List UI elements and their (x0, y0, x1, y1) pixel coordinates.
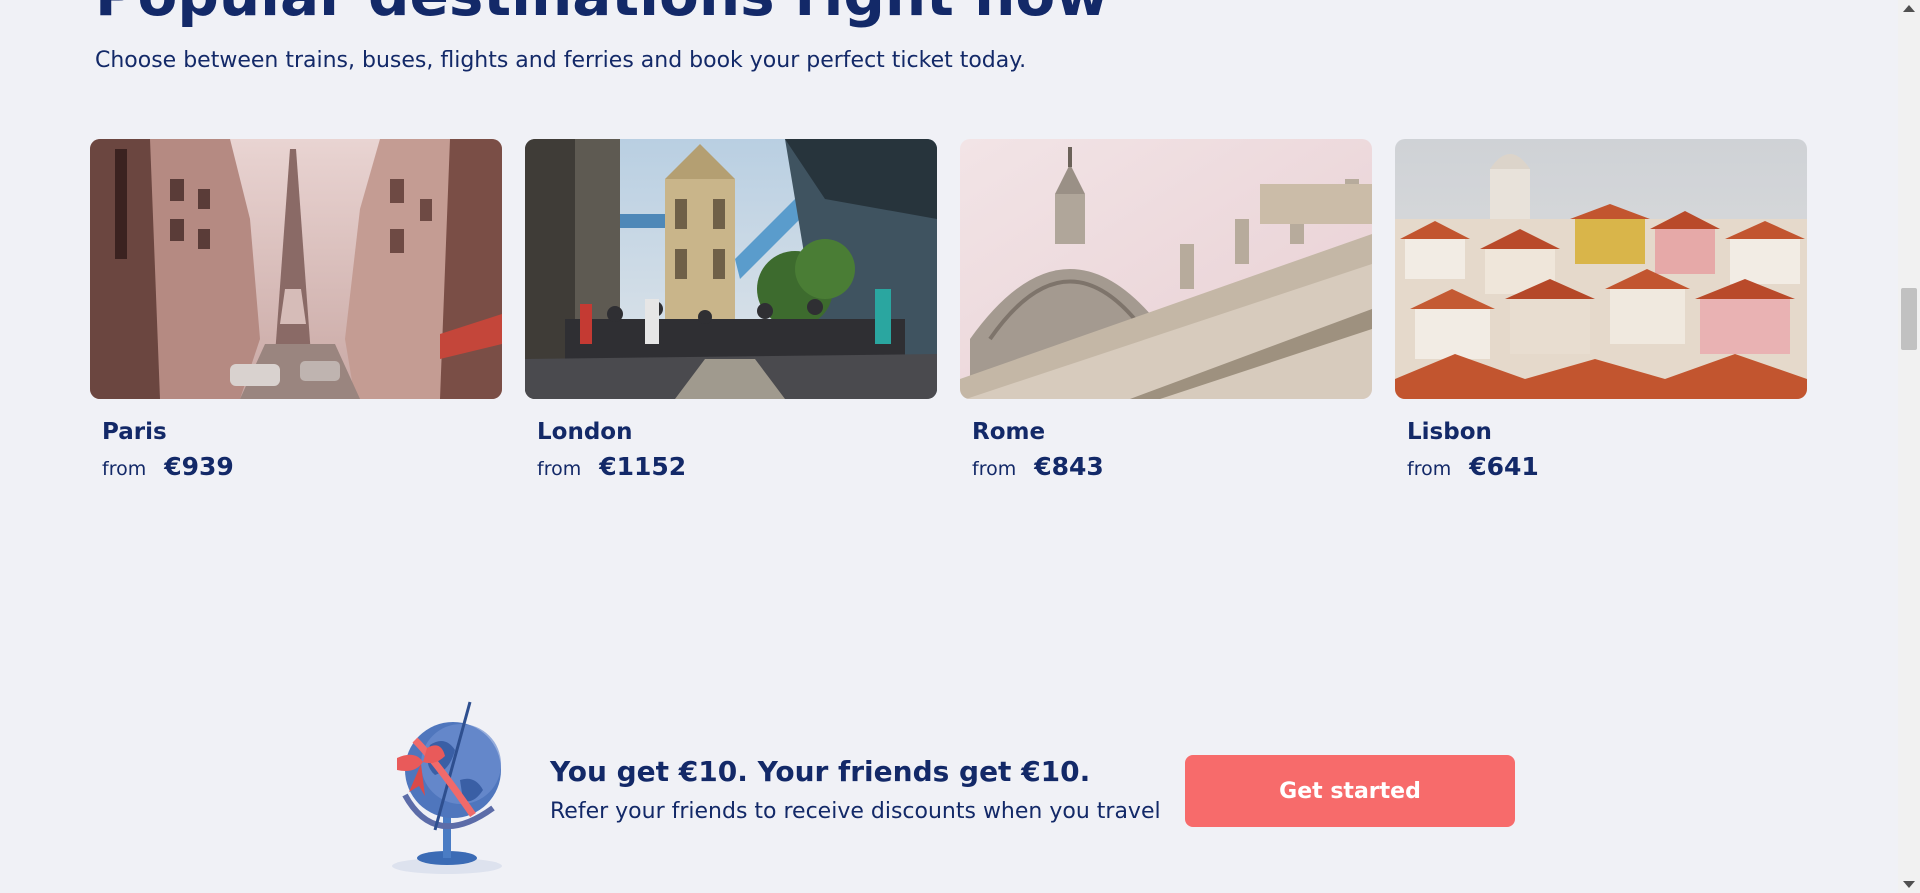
card-from-label: from (537, 458, 582, 480)
london-tower-bridge-icon (525, 139, 937, 399)
card-city: Lisbon (1407, 419, 1492, 445)
vertical-scrollbar[interactable] (1898, 0, 1920, 893)
card-price-row: from €641 (1407, 452, 1539, 486)
card-price: €843 (1034, 452, 1104, 481)
card-price-row: from €843 (972, 452, 1104, 486)
paris-image[interactable] (90, 139, 502, 399)
scroll-up-arrow-icon[interactable] (1903, 5, 1915, 12)
card-price: €939 (164, 452, 234, 481)
card-city: Paris (102, 419, 167, 445)
get-started-button[interactable]: Get started (1185, 755, 1515, 827)
section-title: Popular destinations right now (95, 0, 1109, 24)
destination-card-paris[interactable]: Paris from €939 (90, 139, 502, 489)
london-image[interactable] (525, 139, 937, 399)
card-price: €641 (1469, 452, 1539, 481)
lisbon-image[interactable] (1395, 139, 1807, 399)
destination-card-london[interactable]: London from €1152 (525, 139, 937, 489)
referral-title: You get €10. Your friends get €10. (550, 755, 1091, 788)
section-subtitle: Choose between trains, buses, flights an… (95, 48, 1027, 73)
card-from-label: from (102, 458, 147, 480)
lisbon-rooftops-icon (1395, 139, 1807, 399)
rome-st-peters-dome-icon (960, 139, 1372, 399)
destination-card-lisbon[interactable]: Lisbon from €641 (1395, 139, 1807, 489)
rome-image[interactable] (960, 139, 1372, 399)
card-from-label: from (1407, 458, 1452, 480)
scroll-down-arrow-icon[interactable] (1903, 881, 1915, 888)
card-from-label: from (972, 458, 1017, 480)
card-city: London (537, 419, 633, 445)
destination-card-rome[interactable]: Rome from €843 (960, 139, 1372, 489)
destination-cards: Paris from €939 London from €1152 Rome f… (90, 139, 1807, 489)
card-city: Rome (972, 419, 1046, 445)
card-price-row: from €1152 (537, 452, 686, 486)
globe-with-ribbon-icon (392, 701, 502, 874)
card-price: €1152 (599, 452, 687, 481)
referral-banner: You get €10. Your friends get €10. Refer… (375, 700, 1525, 880)
referral-text: Refer your friends to receive discounts … (550, 799, 1161, 824)
page: Popular destinations right now Choose be… (0, 0, 1920, 893)
paris-street-eiffel-tower-icon (90, 139, 502, 399)
scrollbar-thumb[interactable] (1901, 288, 1917, 350)
card-price-row: from €939 (102, 452, 234, 486)
